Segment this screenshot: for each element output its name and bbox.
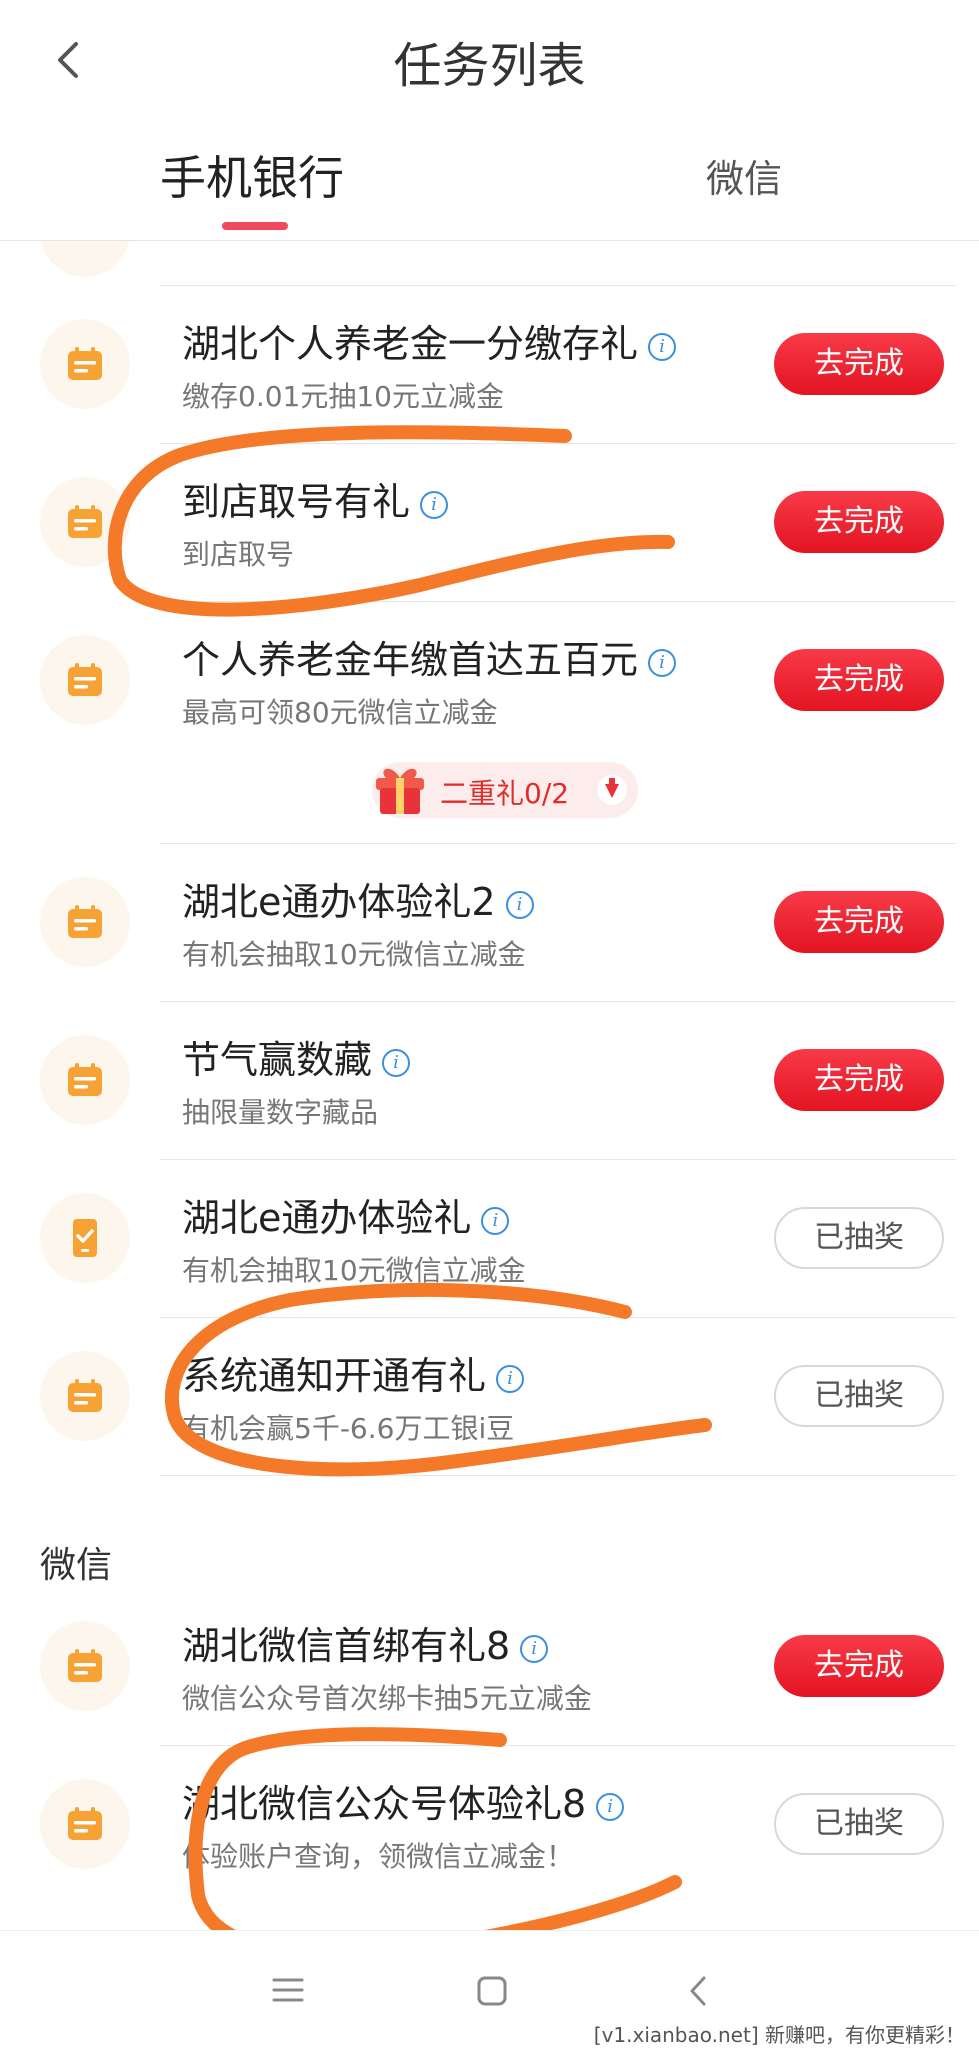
task-row: 湖北微信首绑有礼8 i 微信公众号首次绑卡抽5元立减金 去完成 (0, 1587, 979, 1745)
task-row: 湖北个人养老金一分缴存礼 i 缴存0.01元抽10元立减金 去完成 (0, 285, 979, 443)
row-divider (160, 1159, 956, 1160)
go-complete-button[interactable]: 去完成 (774, 649, 944, 711)
task-title-text: 湖北个人养老金一分缴存礼 (182, 322, 639, 366)
task-title-text: 个人养老金年缴首达五百元 (182, 638, 639, 682)
watermark-text: [v1.xianbao.net] 新赚吧，有你更精彩！ (593, 2023, 965, 2047)
task-row: 湖北e通办体验礼2 i 有机会抽取10元微信立减金 去完成 (0, 843, 979, 1001)
task-title-text: 湖北微信公众号体验礼8 (182, 1782, 587, 1826)
go-complete-button[interactable]: 去完成 (774, 1635, 944, 1697)
task-title-text: 湖北微信首绑有礼8 (182, 1624, 511, 1668)
task-subtitle: 到店取号 (182, 538, 295, 571)
info-icon[interactable]: i (496, 1364, 525, 1393)
double-gift-label: 二重礼0/2 (440, 777, 570, 810)
info-icon[interactable]: i (382, 1048, 411, 1077)
task-subtitle: 有机会抽取10元微信立减金 (182, 1254, 526, 1287)
task-subtitle: 有机会赢5千-6.6万工银i豆 (182, 1412, 515, 1445)
section-heading-wechat: 微信 (40, 1545, 113, 1586)
task-row: 到店取号有礼 i 到店取号 去完成 (0, 443, 979, 601)
task-subtitle: 微信公众号首次绑卡抽5元立减金 (182, 1682, 592, 1715)
info-icon[interactable]: i (596, 1792, 625, 1821)
partial-list-item (0, 241, 979, 285)
info-icon[interactable]: i (505, 890, 534, 919)
task-row: 湖北e通办体验礼 i 有机会抽取10元微信立减金 已抽奖 (0, 1159, 979, 1317)
drawn-status-button[interactable]: 已抽奖 (774, 1207, 944, 1269)
task-title-text: 到店取号有礼 (182, 480, 411, 524)
row-divider (160, 601, 956, 602)
task-title-text: 湖北e通办体验礼 (182, 1196, 472, 1240)
task-row: 系统通知开通有礼 i 有机会赢5千-6.6万工银i豆 已抽奖 (0, 1317, 979, 1475)
row-divider (160, 285, 956, 286)
task-title-text: 湖北e通办体验礼2 (182, 880, 496, 924)
list-icon (40, 1779, 130, 1869)
task-title: 湖北e通办体验礼2 i (182, 871, 534, 926)
home-square-icon[interactable] (476, 1975, 508, 2007)
task-title-text: 节气赢数藏 (182, 1038, 373, 1082)
row-divider (160, 1475, 956, 1476)
list-icon (40, 319, 130, 409)
task-row: 个人养老金年缴首达五百元 i 最高可领80元微信立减金 去完成 (0, 601, 979, 759)
double-gift-toggle[interactable]: 二重礼0/2 (372, 762, 638, 818)
phone-check-icon (40, 1193, 130, 1283)
page-title: 任务列表 (393, 38, 586, 94)
list-icon (40, 1621, 130, 1711)
menu-icon[interactable] (270, 1975, 306, 2005)
go-complete-button[interactable]: 去完成 (774, 891, 944, 953)
row-divider (160, 1001, 956, 1002)
go-complete-button[interactable]: 去完成 (774, 333, 944, 395)
task-title: 湖北e通办体验礼 i (182, 1187, 510, 1242)
info-icon[interactable]: i (520, 1634, 549, 1663)
row-divider (160, 843, 956, 844)
row-divider (160, 1317, 956, 1318)
task-title: 湖北微信公众号体验礼8 i (182, 1773, 625, 1828)
list-icon (40, 241, 130, 277)
drawn-status-button[interactable]: 已抽奖 (774, 1793, 944, 1855)
drawn-status-button[interactable]: 已抽奖 (774, 1365, 944, 1427)
info-icon[interactable]: i (648, 648, 677, 677)
task-subtitle: 体验账户查询，领微信立减金！ (182, 1840, 575, 1873)
list-icon (40, 1035, 130, 1125)
go-complete-button[interactable]: 去完成 (774, 491, 944, 553)
task-title: 湖北微信首绑有礼8 i (182, 1615, 549, 1670)
task-title: 个人养老金年缴首达五百元 i (182, 629, 677, 684)
task-subtitle: 缴存0.01元抽10元立减金 (182, 380, 504, 413)
info-icon[interactable]: i (420, 490, 449, 519)
task-row: 节气赢数藏 i 抽限量数字藏品 去完成 (0, 1001, 979, 1159)
list-icon (40, 635, 130, 725)
tab-wechat[interactable]: 微信 (706, 148, 782, 203)
row-divider (160, 1745, 956, 1746)
header-bar: 任务列表 手机银行 微信 (0, 0, 979, 241)
list-icon (40, 1351, 130, 1441)
system-nav-bar: [v1.xianbao.net] 新赚吧，有你更精彩！ (0, 1930, 979, 2049)
row-divider (160, 443, 956, 444)
task-title-text: 系统通知开通有礼 (182, 1354, 487, 1398)
tab-mobile-bank[interactable]: 手机银行 (160, 142, 344, 208)
task-title: 到店取号有礼 i (182, 471, 449, 526)
back-icon[interactable] (686, 1975, 710, 2007)
info-icon[interactable]: i (648, 332, 677, 361)
chevron-down-icon (597, 775, 627, 805)
task-subtitle: 抽限量数字藏品 (182, 1096, 379, 1129)
active-tab-indicator (222, 222, 288, 230)
task-title: 节气赢数藏 i (182, 1029, 411, 1084)
task-title: 系统通知开通有礼 i (182, 1345, 525, 1400)
info-icon[interactable]: i (481, 1206, 510, 1235)
gift-icon (376, 768, 424, 814)
go-complete-button[interactable]: 去完成 (774, 1049, 944, 1111)
task-title: 湖北个人养老金一分缴存礼 i (182, 313, 677, 368)
task-row: 湖北微信公众号体验礼8 i 体验账户查询，领微信立减金！ 已抽奖 (0, 1745, 979, 1903)
list-icon (40, 877, 130, 967)
task-subtitle: 最高可领80元微信立减金 (182, 696, 498, 729)
list-icon (40, 477, 130, 567)
task-subtitle: 有机会抽取10元微信立减金 (182, 938, 526, 971)
